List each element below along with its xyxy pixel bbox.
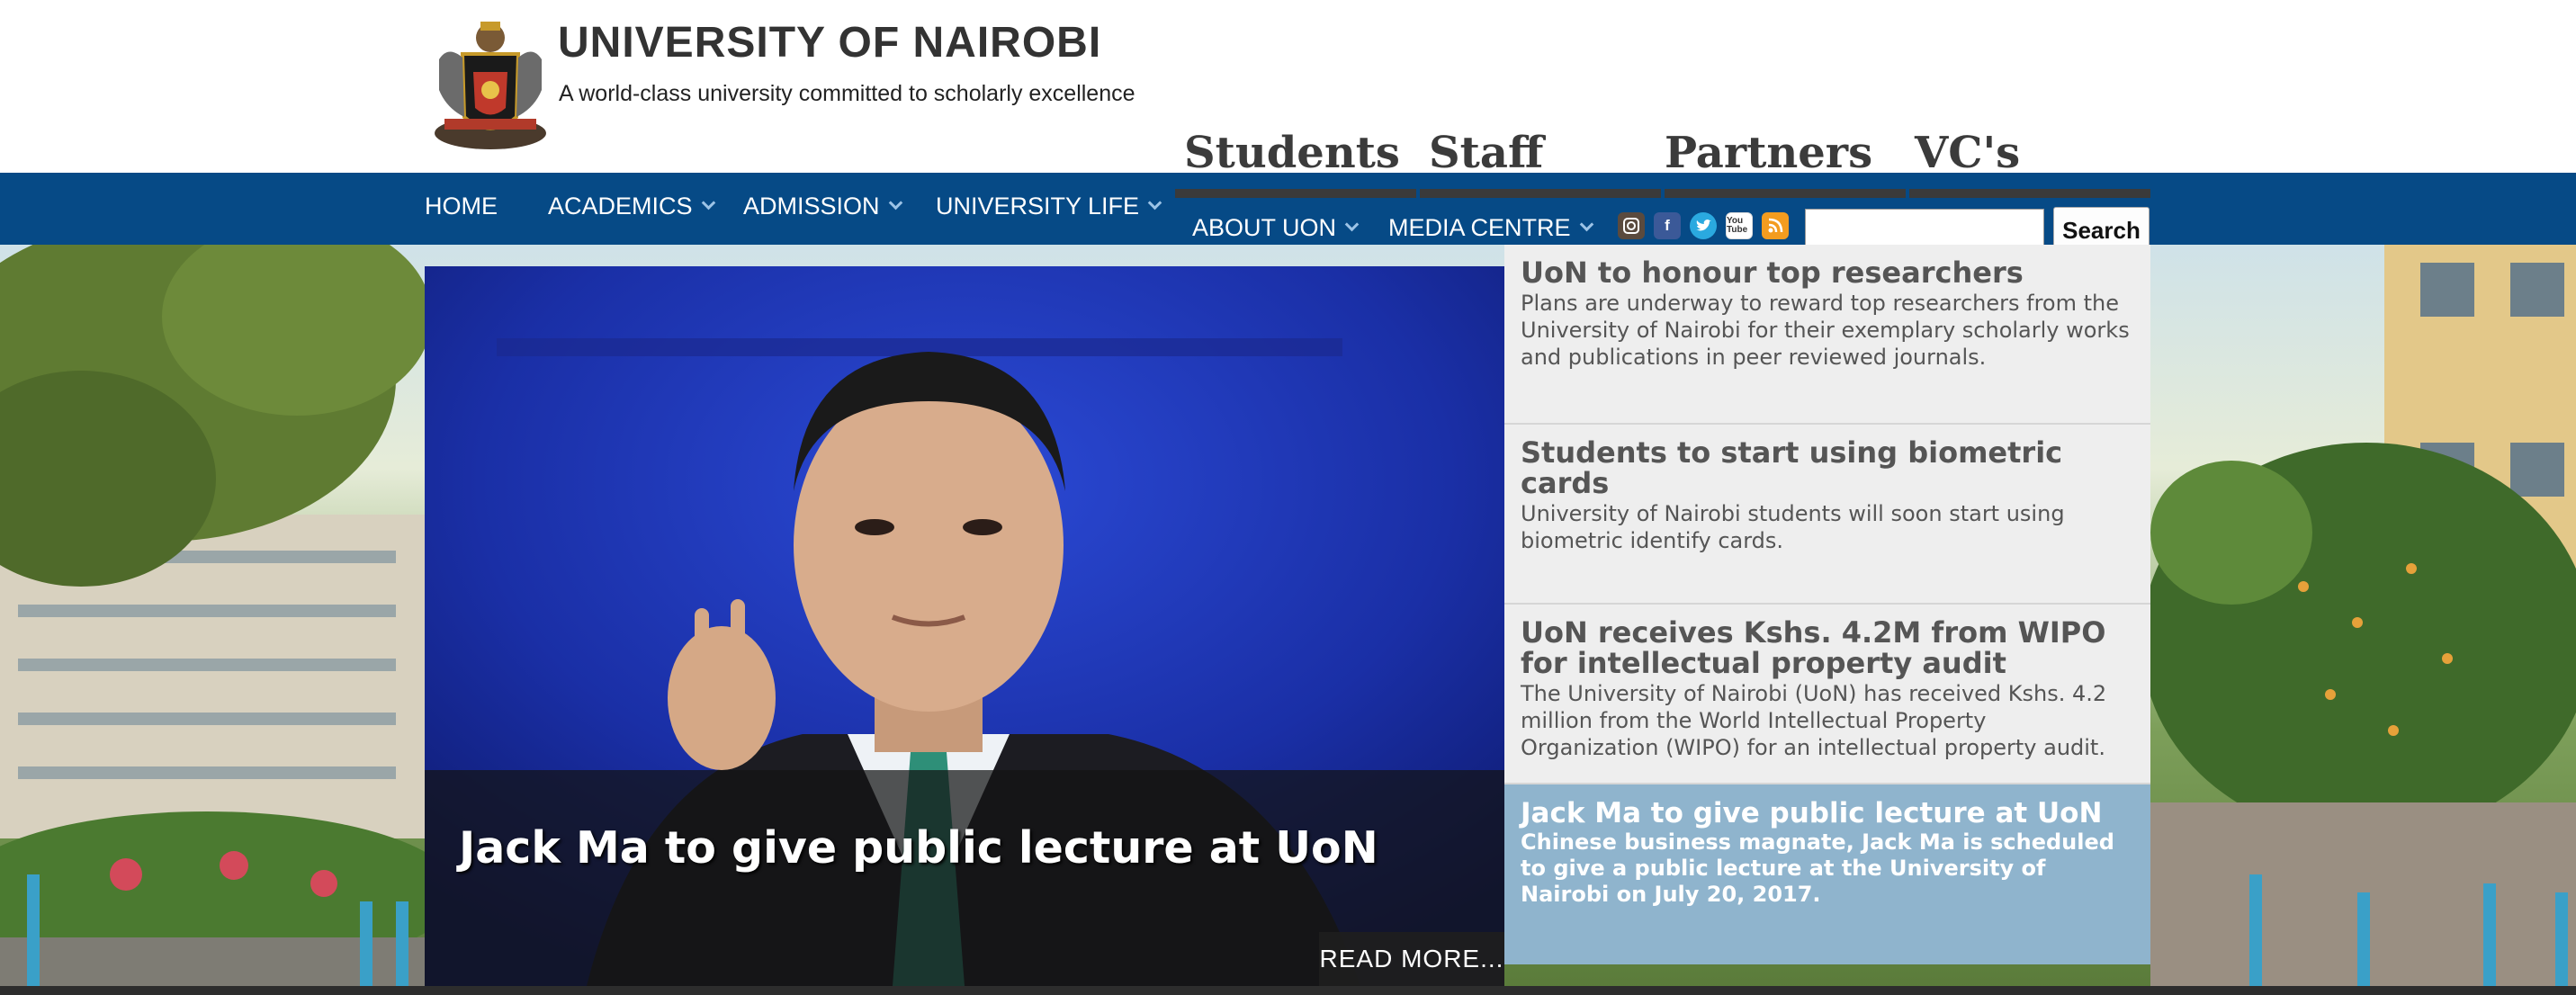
site-tagline: A world-class university committed to sc…	[559, 81, 1135, 106]
news-item-title: UoN to honour top researchers	[1521, 255, 2024, 290]
site-title[interactable]: UNIVERSITY OF NAIROBI	[558, 18, 1101, 67]
tab-staff[interactable]: Staff	[1420, 124, 1661, 198]
chevron-down-icon	[1579, 217, 1593, 232]
chevron-down-icon	[1147, 195, 1162, 211]
twitter-icon[interactable]	[1690, 212, 1717, 239]
news-item-active[interactable]: Jack Ma to give public lecture at UoN Ch…	[1504, 784, 2150, 964]
nav-academics[interactable]: ACADEMICS	[548, 193, 715, 220]
news-item-description: Plans are underway to reward top researc…	[1521, 291, 2130, 370]
read-more-button[interactable]: READ MORE...	[1319, 932, 1504, 986]
tab-staff-label: Staff	[1429, 128, 1544, 178]
news-list: UoN to honour top researchers Plans are …	[1504, 245, 2150, 964]
nav-about-uon[interactable]: ABOUT UON	[1192, 214, 1360, 242]
nav-academics-label: ACADEMICS	[548, 193, 693, 220]
news-item-title: UoN receives Kshs. 4.2M from WIPO for in…	[1521, 615, 2106, 680]
tab-vcs-label: VC's	[1915, 128, 2021, 178]
nav-university-life[interactable]: UNIVERSITY LIFE	[936, 193, 1162, 220]
bottom-strip	[0, 986, 2576, 995]
tab-students-label: Students	[1184, 128, 1400, 178]
tab-vcs[interactable]: VC's	[1909, 124, 2150, 198]
slide-caption-title[interactable]: Jack Ma to give public lecture at UoN	[459, 822, 1378, 874]
facebook-icon[interactable]: f	[1654, 212, 1681, 239]
instagram-icon[interactable]	[1618, 212, 1645, 239]
youtube-icon[interactable]: You Tube	[1726, 212, 1753, 239]
tab-partners[interactable]: Partners	[1665, 124, 1906, 198]
tab-students[interactable]: Students	[1175, 124, 1416, 198]
nav-home[interactable]: HOME	[425, 193, 498, 220]
chevron-down-icon	[1344, 217, 1360, 232]
nav-admission-label: ADMISSION	[743, 193, 880, 220]
news-item-description: The University of Nairobi (UoN) has rece…	[1521, 681, 2107, 760]
chevron-down-icon	[701, 195, 715, 211]
university-crest-logo[interactable]	[426, 18, 554, 155]
nav-media-centre[interactable]: MEDIA CENTRE	[1388, 214, 1593, 242]
nav-media-centre-label: MEDIA CENTRE	[1388, 214, 1571, 241]
news-item-description: University of Nairobi students will soon…	[1521, 501, 2065, 553]
news-item[interactable]: UoN to honour top researchers Plans are …	[1504, 245, 2150, 425]
rss-icon[interactable]	[1762, 212, 1789, 239]
tab-partners-label: Partners	[1665, 128, 1873, 178]
audience-tabs: Students Staff Partners VC's	[1175, 124, 2150, 198]
news-item-title: Jack Ma to give public lecture at UoN	[1521, 797, 2103, 829]
news-item[interactable]: UoN receives Kshs. 4.2M from WIPO for in…	[1504, 605, 2150, 784]
news-item[interactable]: Students to start using biometric cards …	[1504, 425, 2150, 605]
youtube-icon-text: You Tube	[1727, 216, 1748, 235]
nav-about-uon-label: ABOUT UON	[1192, 214, 1337, 241]
nav-admission[interactable]: ADMISSION	[743, 193, 902, 220]
news-item-title: Students to start using biometric cards	[1521, 435, 2063, 500]
nav-university-life-label: UNIVERSITY LIFE	[936, 193, 1140, 220]
nav-home-label: HOME	[425, 193, 498, 220]
news-item-description: Chinese business magnate, Jack Ma is sch…	[1521, 829, 2114, 907]
chevron-down-icon	[888, 195, 902, 211]
